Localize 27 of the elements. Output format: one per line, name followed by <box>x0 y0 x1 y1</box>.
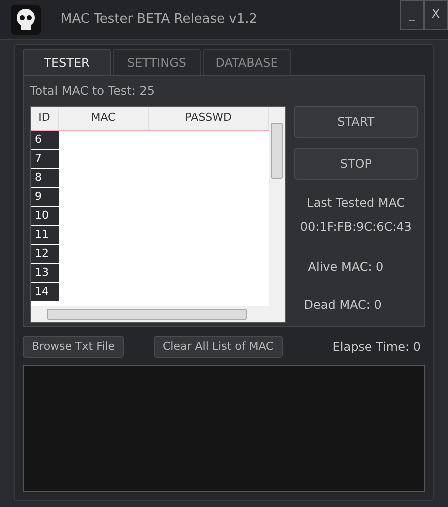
tab[interactable]: SETTINGS <box>113 49 201 75</box>
row-header: 14 <box>31 283 59 302</box>
row-header: 12 <box>31 245 59 264</box>
minimize-button[interactable]: _ <box>400 0 424 30</box>
row-header: 7 <box>31 150 59 169</box>
elapse-time-label: Elapse Time: 0 <box>332 339 421 356</box>
window-title: MAC Tester BETA Release v1.2 <box>61 10 258 29</box>
column-header[interactable]: MAC <box>59 107 149 130</box>
close-button[interactable]: X <box>424 0 448 30</box>
row-header: 8 <box>31 169 59 188</box>
last-tested-label: Last Tested MAC <box>306 195 406 212</box>
row-header: 6 <box>31 131 59 150</box>
row-header: 13 <box>31 264 59 283</box>
last-tested-value: 00:1F:FB:9C:6C:43 <box>299 219 413 236</box>
tab[interactable]: TESTER <box>23 49 111 75</box>
dead-count-label: Dead MAC: 0 <box>304 297 383 314</box>
row-header: 9 <box>31 188 59 207</box>
row-header: 11 <box>31 226 59 245</box>
tab[interactable]: DATABASE <box>203 49 291 75</box>
list-button[interactable]: Clear All List of MAC <box>154 336 283 358</box>
row-header: 10 <box>31 207 59 226</box>
action-button[interactable]: START <box>294 106 418 138</box>
list-button[interactable]: Browse Txt File <box>23 336 124 358</box>
action-button[interactable]: STOP <box>294 148 418 180</box>
column-header[interactable]: ID <box>31 107 59 130</box>
total-count-label: Total MAC to Test: 25 <box>30 83 156 100</box>
alive-count-label: Alive MAC: 0 <box>308 259 385 276</box>
